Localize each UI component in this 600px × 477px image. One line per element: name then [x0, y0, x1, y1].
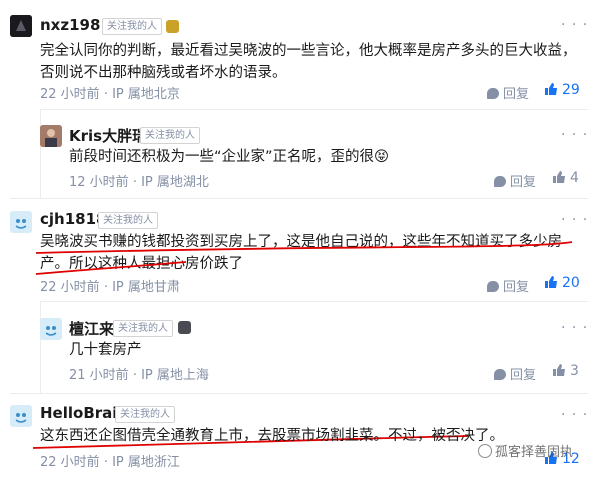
reply-label: 回复	[503, 87, 530, 102]
like-button[interactable]: 3	[552, 363, 579, 379]
watermark-text: 孤客择善固执	[495, 445, 574, 460]
reply-label: 回复	[503, 280, 530, 295]
avatar-image	[10, 211, 32, 233]
like-button[interactable]: 29	[544, 82, 580, 98]
reply-button[interactable]: 回复	[487, 83, 529, 102]
comment-meta: 12 小时前 · IP 属地湖北	[69, 175, 209, 190]
reply-label: 回复	[510, 175, 537, 190]
comment-text: 几十套房产	[69, 342, 142, 358]
like-count: 3	[570, 363, 579, 379]
username[interactable]: nxz1981	[40, 16, 111, 34]
divider	[10, 393, 588, 394]
avatar-image	[10, 405, 32, 427]
thumbs-up-icon	[545, 83, 557, 95]
ip-location: IP 属地北京	[112, 87, 180, 102]
reply-button[interactable]: 回复	[494, 364, 536, 383]
timestamp: 22 小时前	[40, 455, 100, 470]
more-options-icon[interactable]: · · ·	[561, 408, 588, 422]
follow-tag: 关注我的人	[102, 18, 162, 35]
member-badge-icon	[166, 20, 179, 33]
avatar[interactable]	[40, 125, 62, 147]
more-options-icon[interactable]: · · ·	[561, 321, 588, 335]
comment-text: 吴晓波买书赚的钱都投资到买房上了，这是他自己说的，这些年不知道买了多少房产。所以…	[40, 234, 562, 272]
reply-button[interactable]: 回复	[494, 171, 536, 190]
reply-icon	[494, 369, 506, 380]
timestamp: 22 小时前	[40, 280, 100, 295]
reply-icon	[487, 88, 499, 99]
reply-thread-line	[40, 301, 41, 393]
comment-meta: 22 小时前 · IP 属地北京	[40, 87, 180, 102]
follow-tag: 关注我的人	[115, 406, 175, 423]
reply-label: 回复	[510, 368, 537, 383]
more-options-icon[interactable]: · · ·	[561, 128, 588, 142]
like-button[interactable]: 4	[552, 170, 579, 186]
comment-meta: 21 小时前 · IP 属地上海	[69, 368, 209, 383]
thumbs-up-icon	[545, 276, 557, 288]
avatar-image	[10, 15, 32, 37]
timestamp: 12 小时前	[69, 175, 129, 190]
comment-meta: 22 小时前 · IP 属地浙江	[40, 455, 180, 470]
ip-location: IP 属地湖北	[141, 175, 209, 190]
ip-location: IP 属地上海	[141, 368, 209, 383]
reply-button[interactable]: 回复	[487, 276, 529, 295]
ip-location: IP 属地甘肃	[112, 280, 180, 295]
comment-text: 完全认同你的判断，最近看过吴晓波的一些言论，他大概率是房产多头的巨大收益，否则说…	[40, 43, 577, 81]
avatar[interactable]	[10, 211, 32, 233]
comment-meta: 22 小时前 · IP 属地甘肃	[40, 280, 180, 295]
watermark-logo-icon	[478, 444, 492, 458]
avatar-image	[40, 318, 62, 340]
divider	[40, 301, 588, 302]
avatar[interactable]	[10, 405, 32, 427]
ip-location: IP 属地浙江	[112, 455, 180, 470]
timestamp: 21 小时前	[69, 368, 129, 383]
like-count: 4	[570, 170, 579, 186]
username[interactable]: 檀江来	[69, 318, 114, 339]
like-button[interactable]: 20	[544, 275, 580, 291]
thumbs-up-icon	[553, 364, 565, 376]
more-options-icon[interactable]: · · ·	[561, 213, 588, 227]
follow-tag: 关注我的人	[113, 320, 173, 337]
follow-tag: 关注我的人	[98, 212, 158, 229]
comment-text: 前段时间还积极为一些“企业家”正名呢，歪的很😝	[69, 149, 390, 165]
divider	[10, 198, 588, 199]
reply-thread-line	[40, 109, 41, 198]
reply-icon	[487, 281, 499, 292]
thumbs-up-icon	[553, 171, 565, 183]
like-count: 29	[562, 82, 580, 98]
username[interactable]: cjh1818	[40, 210, 106, 228]
follow-tag: 关注我的人	[140, 127, 200, 144]
like-count: 20	[562, 275, 580, 291]
avatar[interactable]	[40, 318, 62, 340]
member-badge-icon	[178, 321, 191, 334]
reply-icon	[494, 176, 506, 187]
watermark: 孤客择善固执	[478, 441, 573, 460]
avatar[interactable]	[10, 15, 32, 37]
more-options-icon[interactable]: · · ·	[561, 18, 588, 32]
timestamp: 22 小时前	[40, 87, 100, 102]
username[interactable]: Kris大胖瑞	[69, 125, 147, 146]
divider	[40, 109, 588, 110]
avatar-image	[40, 125, 62, 147]
